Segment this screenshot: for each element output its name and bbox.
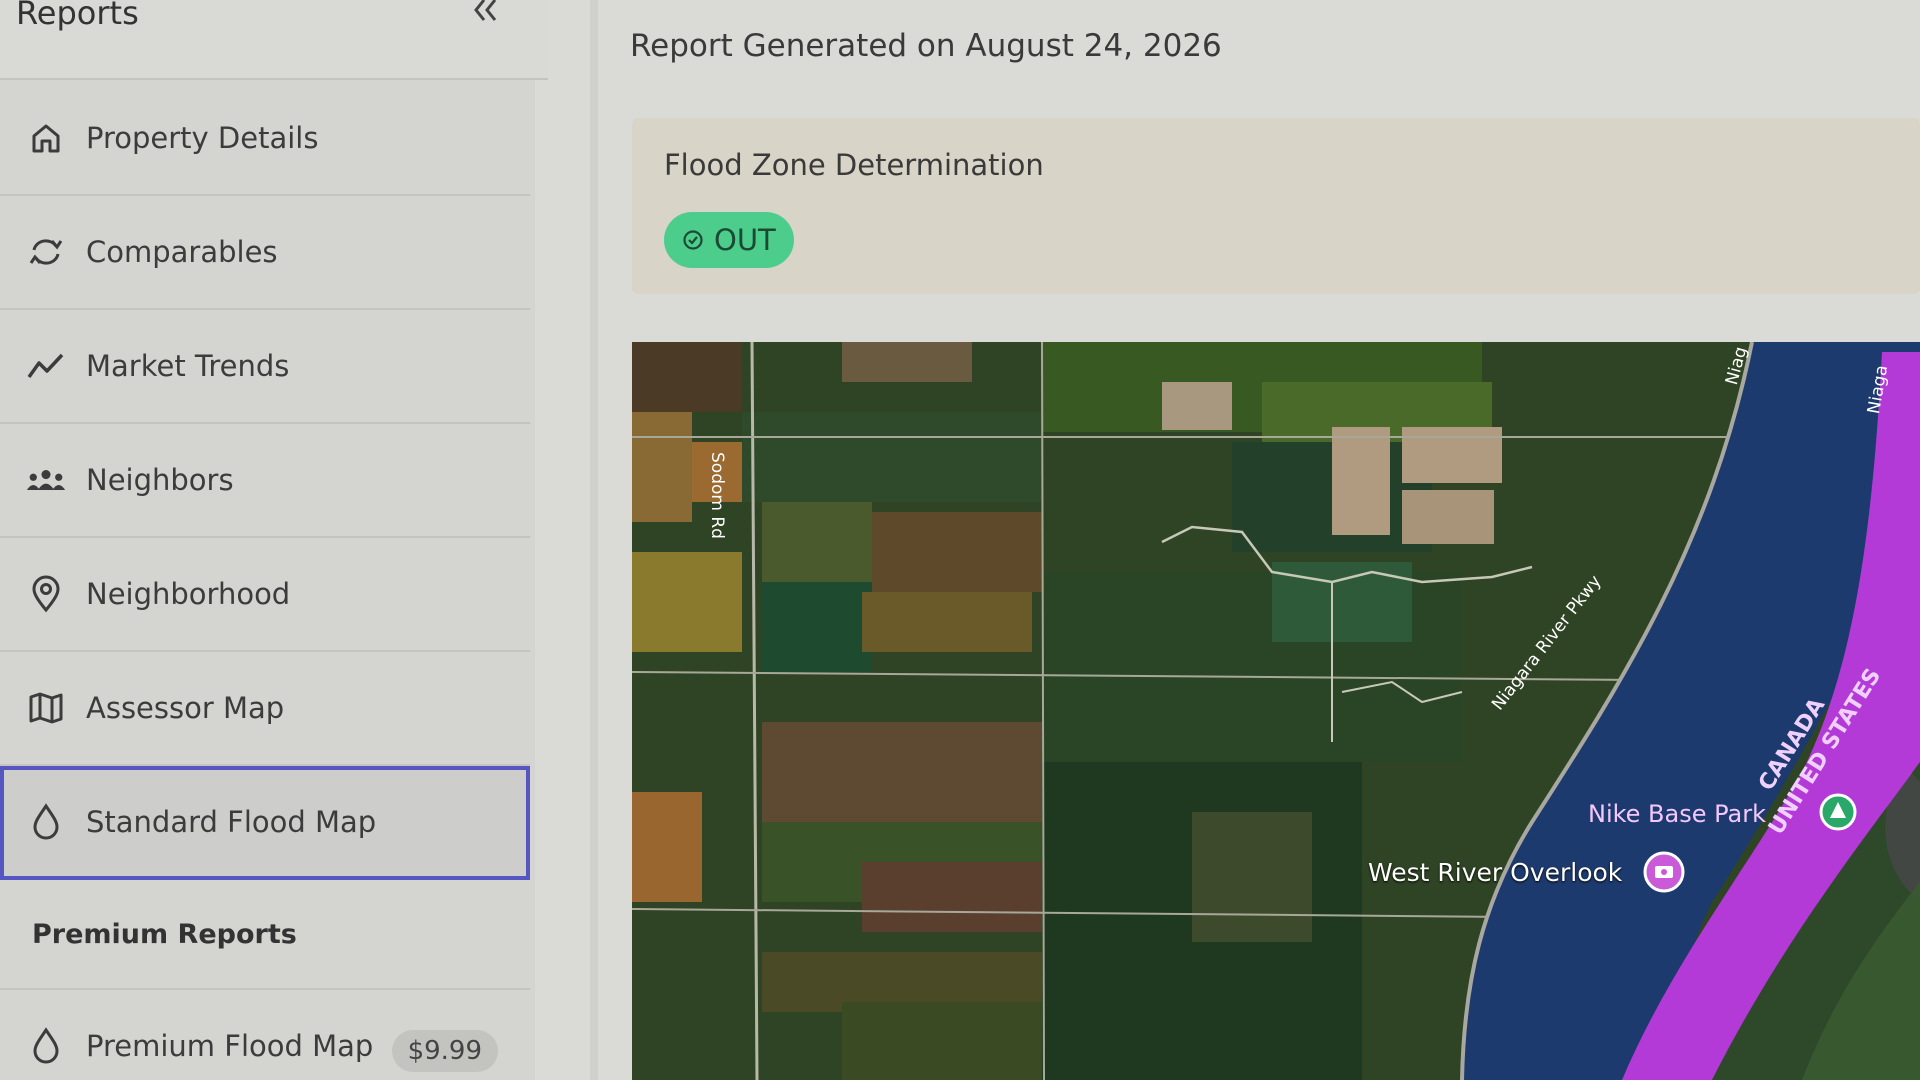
premium-reports-heading: Premium Reports <box>0 880 530 990</box>
home-icon <box>26 118 66 158</box>
nav-item-neighbors[interactable]: Neighbors <box>0 424 530 538</box>
collapse-sidebar-button[interactable] <box>468 0 502 28</box>
nav-item-comparables[interactable]: Comparables <box>0 196 530 310</box>
double-chevron-left-icon <box>474 0 497 21</box>
water-drop-icon <box>26 802 66 842</box>
sidebar-title: Reports <box>16 0 139 32</box>
people-icon <box>26 460 66 500</box>
refresh-icon <box>26 232 66 272</box>
nav-item-neighborhood[interactable]: Neighborhood <box>0 538 530 652</box>
nav-label: Standard Flood Map <box>86 805 377 839</box>
map-pin-icon <box>26 574 66 614</box>
nav-label: Neighbors <box>86 463 234 497</box>
nav-item-standard-flood-map[interactable]: Standard Flood Map <box>0 766 530 880</box>
nav-item-premium-flood-map[interactable]: Premium Flood Map $9.99 <box>0 990 530 1080</box>
folded-map-icon <box>26 688 66 728</box>
flood-zone-title: Flood Zone Determination <box>664 148 1044 182</box>
nav-label: Neighborhood <box>86 577 291 611</box>
road-label-sodom: Sodom Rd <box>707 452 727 539</box>
flood-status-badge: OUT <box>664 212 794 268</box>
nav-item-market-trends[interactable]: Market Trends <box>0 310 530 424</box>
trend-line-icon <box>26 346 66 386</box>
nav-label: Assessor Map <box>86 691 285 725</box>
price-badge: $9.99 <box>391 1030 498 1072</box>
report-nav: Property Details Comparables Market Tren… <box>0 82 530 1080</box>
flood-status-text: OUT <box>714 223 776 257</box>
section-label: Premium Reports <box>32 918 297 950</box>
check-circle-icon <box>683 230 703 250</box>
sidebar-header: Reports <box>0 0 548 80</box>
poi-label-west-river-overlook[interactable]: West River Overlook <box>1368 858 1622 887</box>
poi-label-nike-base-park[interactable]: Nike Base Park <box>1588 800 1766 828</box>
panel-divider <box>590 0 598 1080</box>
nav-item-assessor-map[interactable]: Assessor Map <box>0 652 530 766</box>
water-drop-icon <box>26 1026 66 1066</box>
nav-label: Comparables <box>86 235 278 269</box>
satellite-imagery <box>632 342 1920 1080</box>
nav-label: Property Details <box>86 121 319 155</box>
nav-item-property-details[interactable]: Property Details <box>0 82 530 196</box>
flood-map[interactable]: Sodom Rd Niagara River Pkwy Niag Niaga C… <box>632 342 1920 1080</box>
nav-label: Premium Flood Map <box>86 1029 374 1063</box>
sidebar: Reports Property Details Comparables Mar… <box>0 0 548 1080</box>
nav-label: Market Trends <box>86 349 290 383</box>
flood-zone-card: Flood Zone Determination OUT <box>632 118 1920 294</box>
report-date: Report Generated on August 24, 2026 <box>630 28 1222 64</box>
